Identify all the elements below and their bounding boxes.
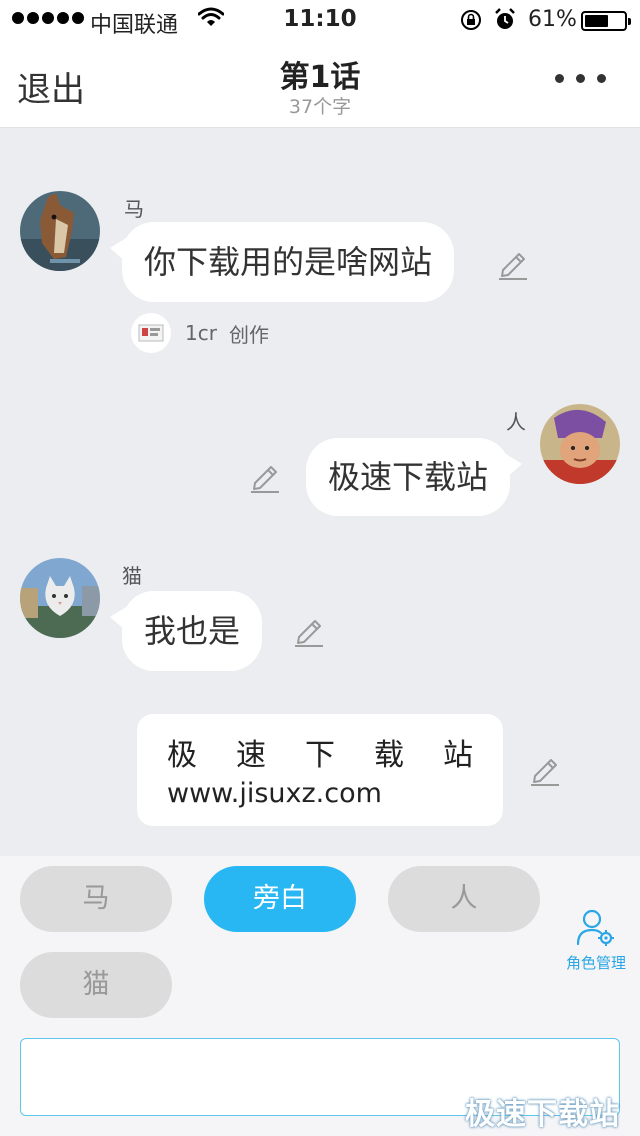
message-text: 我也是 bbox=[144, 612, 241, 650]
speaker-name: 人 bbox=[506, 410, 526, 434]
cat-avatar[interactable] bbox=[20, 558, 100, 638]
status-bar: 中国联通 11:10 61% bbox=[0, 0, 640, 40]
message-bubble[interactable]: 你下载用的是啥网站 bbox=[110, 222, 455, 302]
horse-avatar[interactable] bbox=[20, 191, 100, 271]
narration-url: www.jisuxz.com bbox=[167, 778, 382, 809]
edit-icon[interactable] bbox=[249, 461, 281, 493]
edit-icon[interactable] bbox=[497, 248, 529, 280]
message-bubble[interactable]: 极速下载站 bbox=[306, 438, 523, 516]
word-count: 37个字 bbox=[288, 96, 352, 118]
narration-block[interactable]: 极速下载站 www.jisuxz.com bbox=[137, 714, 503, 826]
speaker-name: 马 bbox=[124, 197, 144, 221]
author-avatar[interactable] bbox=[131, 313, 171, 353]
message-text: 你下载用的是啥网站 bbox=[144, 243, 433, 281]
user-settings-icon bbox=[576, 909, 616, 950]
role-chip-narrator[interactable]: 旁白 bbox=[204, 866, 356, 932]
message-text: 极速下载站 bbox=[328, 458, 489, 496]
battery-fill bbox=[585, 15, 609, 27]
message-bubble[interactable]: 我也是 bbox=[110, 591, 263, 671]
edit-icon[interactable] bbox=[293, 615, 325, 647]
author-line: 1cr 创作 bbox=[131, 313, 269, 353]
watermark: 极速下载站 bbox=[465, 1097, 620, 1132]
role-chip-cat[interactable]: 猫 bbox=[20, 952, 172, 1018]
more-dots-icon[interactable] bbox=[555, 74, 606, 83]
battery-percent: 61% bbox=[528, 7, 577, 32]
nav-bar: 退出 第1话 37个字 bbox=[0, 40, 640, 128]
person-avatar[interactable] bbox=[540, 404, 620, 484]
alarm-icon bbox=[494, 8, 516, 38]
narration-title: 极速下载站 bbox=[167, 738, 473, 773]
role-chip-horse[interactable]: 马 bbox=[20, 866, 172, 932]
page-title: 第1话 bbox=[279, 60, 361, 95]
author-name[interactable]: 1cr bbox=[185, 321, 217, 345]
rotation-lock-icon bbox=[460, 9, 482, 37]
role-chip-person[interactable]: 人 bbox=[388, 866, 540, 932]
battery-icon bbox=[581, 11, 631, 31]
author-role: 创作 bbox=[228, 322, 269, 347]
edit-icon[interactable] bbox=[529, 754, 561, 786]
role-manage-label: 角色管理 bbox=[565, 954, 626, 972]
speaker-name: 猫 bbox=[122, 564, 142, 588]
role-manage-button[interactable]: 角色管理 bbox=[558, 908, 634, 973]
